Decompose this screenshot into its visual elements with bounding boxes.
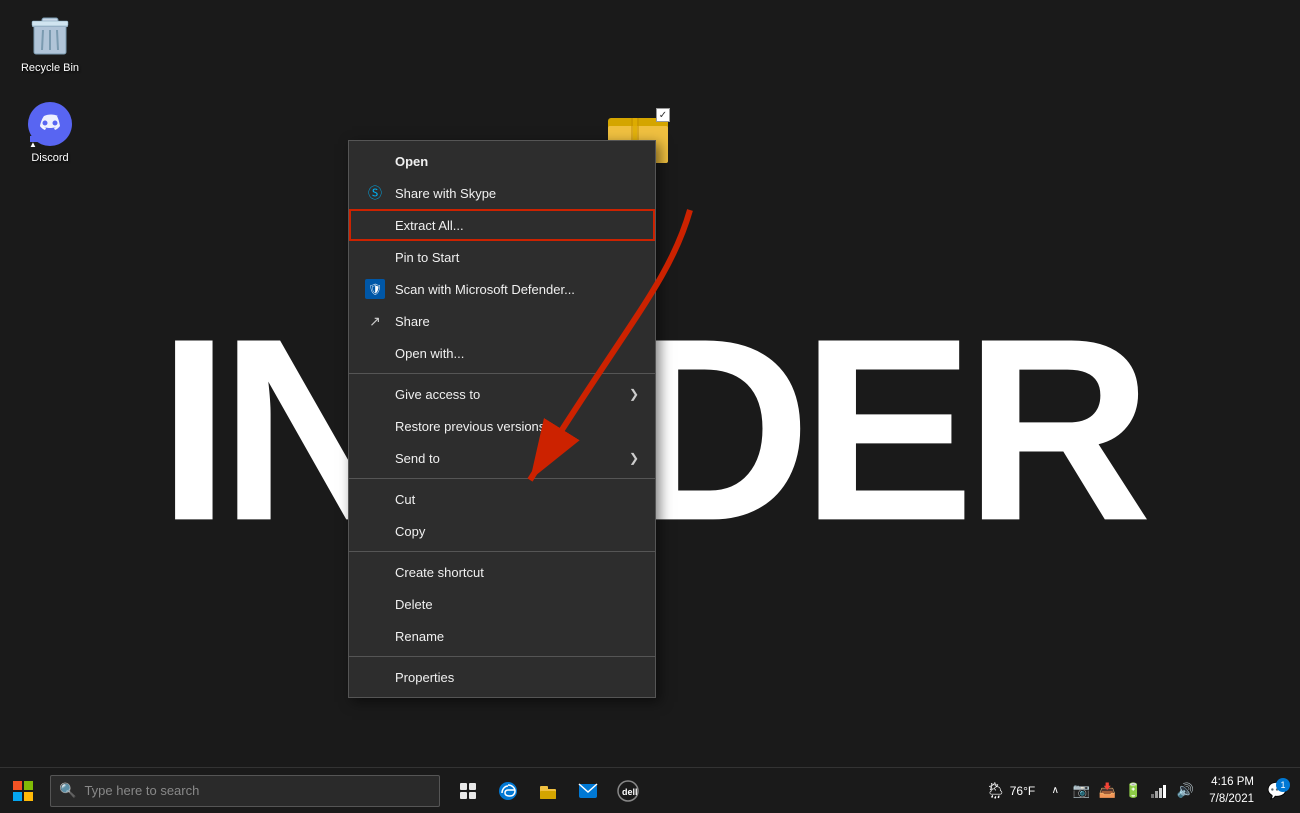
cut-icon	[365, 489, 385, 509]
system-clock[interactable]: 4:16 PM 7/8/2021	[1203, 774, 1260, 806]
weather-icon[interactable]: 🌦	[984, 773, 1008, 809]
start-button[interactable]	[0, 768, 46, 813]
svg-text:▲: ▲	[29, 140, 37, 148]
menu-item-rename[interactable]: Rename	[349, 620, 655, 652]
menu-item-extract-all[interactable]: Extract All...	[349, 209, 655, 241]
discord-icon[interactable]: ▲ Discord	[10, 100, 90, 164]
file-check-overlay: ✓	[656, 108, 670, 122]
open-with-icon	[365, 343, 385, 363]
menu-item-open[interactable]: Open	[349, 145, 655, 177]
delete-icon	[365, 594, 385, 614]
network-icon[interactable]	[1147, 773, 1171, 809]
separator-4	[349, 656, 655, 657]
menu-item-copy[interactable]: Copy	[349, 515, 655, 547]
discord-label: Discord	[31, 152, 68, 164]
pin-icon	[365, 247, 385, 267]
menu-item-delete[interactable]: Delete	[349, 588, 655, 620]
menu-item-pin-start[interactable]: Pin to Start	[349, 241, 655, 273]
taskbar-app-icons: dell	[450, 771, 646, 811]
search-placeholder: Type here to search	[84, 783, 199, 798]
menu-item-share-skype[interactable]: Ⓢ Share with Skype	[349, 177, 655, 209]
action-center-icon[interactable]: 📥	[1095, 773, 1119, 809]
menu-item-cut[interactable]: Cut	[349, 483, 655, 515]
recycle-bin-label: Recycle Bin	[21, 62, 79, 74]
taskbar: 🔍 Type here to search	[0, 767, 1300, 813]
extract-icon	[365, 215, 385, 235]
discord-image: ▲	[26, 100, 74, 148]
rename-icon	[365, 626, 385, 646]
clock-time: 4:16 PM	[1211, 774, 1254, 790]
clock-date: 7/8/2021	[1209, 791, 1254, 807]
shortcut-icon	[365, 562, 385, 582]
menu-item-share[interactable]: ↗ Share	[349, 305, 655, 337]
file-explorer-button[interactable]	[530, 771, 566, 811]
defender-icon: 🛡	[365, 279, 385, 299]
weather-temp: 76°F	[1010, 784, 1035, 798]
give-access-arrow: ❯	[629, 387, 639, 401]
menu-item-restore[interactable]: Restore previous versions	[349, 410, 655, 442]
edge-button[interactable]	[490, 771, 526, 811]
copy-icon	[365, 521, 385, 541]
menu-item-give-access[interactable]: Give access to ❯	[349, 378, 655, 410]
menu-item-defender[interactable]: 🛡 Scan with Microsoft Defender...	[349, 273, 655, 305]
context-menu: Open Ⓢ Share with Skype Extract All... P…	[348, 140, 656, 698]
separator-1	[349, 373, 655, 374]
restore-icon	[365, 416, 385, 436]
separator-2	[349, 478, 655, 479]
notification-button[interactable]: 💬 1	[1262, 773, 1292, 809]
taskbar-search-bar[interactable]: 🔍 Type here to search	[50, 775, 440, 807]
task-view-button[interactable]	[450, 771, 486, 811]
send-to-arrow: ❯	[629, 451, 639, 465]
menu-item-create-shortcut[interactable]: Create shortcut	[349, 556, 655, 588]
open-icon	[365, 151, 385, 171]
separator-3	[349, 551, 655, 552]
send-to-icon	[365, 448, 385, 468]
svg-text:dell: dell	[622, 787, 638, 797]
mail-button[interactable]	[570, 771, 606, 811]
recycle-bin-image	[26, 10, 74, 58]
volume-icon[interactable]: 🔊	[1173, 773, 1197, 809]
taskbar-system-tray: 🌦 76°F ∧ 📷 📥 🔋 🔊	[984, 773, 1300, 809]
battery-icon[interactable]: 🔋	[1121, 773, 1145, 809]
dell-button[interactable]: dell	[610, 771, 646, 811]
properties-icon	[365, 667, 385, 687]
tray-expand-button[interactable]: ∧	[1043, 773, 1067, 809]
menu-item-properties[interactable]: Properties	[349, 661, 655, 693]
recycle-bin-icon[interactable]: Recycle Bin	[10, 10, 90, 74]
share-icon: ↗	[365, 311, 385, 331]
give-access-icon	[365, 384, 385, 404]
screen-record-icon[interactable]: 📷	[1069, 773, 1093, 809]
search-icon: 🔍	[59, 782, 76, 799]
menu-item-send-to[interactable]: Send to ❯	[349, 442, 655, 474]
desktop: INSIDER Recycle Bin	[0, 0, 1300, 813]
skype-icon: Ⓢ	[365, 183, 385, 203]
menu-item-open-with[interactable]: Open with...	[349, 337, 655, 369]
notification-badge: 1	[1276, 778, 1290, 792]
